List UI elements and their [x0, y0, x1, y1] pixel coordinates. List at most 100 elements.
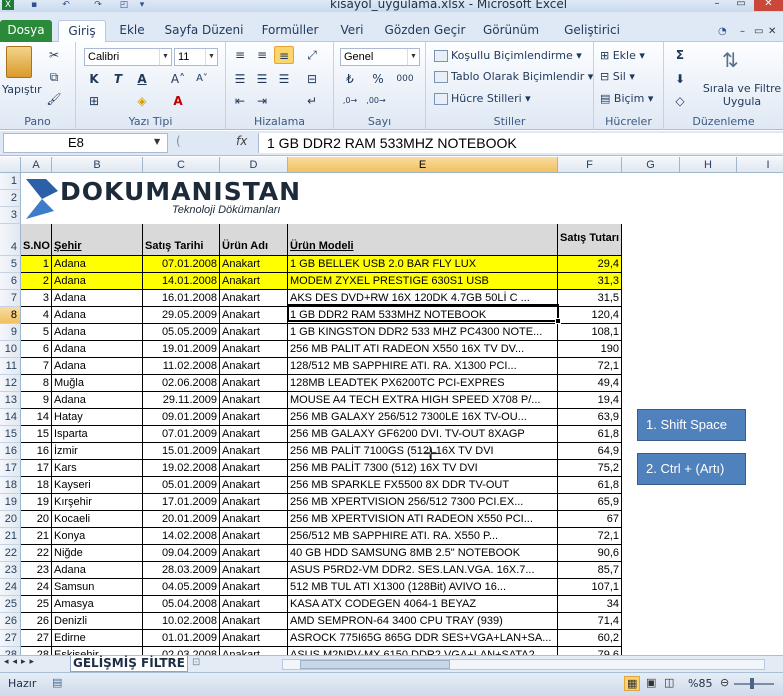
- tab-sayfa-duzeni[interactable]: Sayfa Düzeni: [164, 20, 244, 42]
- cell-date[interactable]: 15.01.2009: [143, 443, 220, 460]
- cell-date[interactable]: 29.11.2009: [143, 392, 220, 409]
- cell-sno[interactable]: 16: [21, 443, 52, 460]
- row-header-17[interactable]: 17: [0, 460, 21, 477]
- column-header-e[interactable]: E: [288, 157, 558, 173]
- close-button[interactable]: ✕: [754, 0, 783, 11]
- cell-date[interactable]: 17.01.2009: [143, 494, 220, 511]
- cell-sno[interactable]: 1: [21, 256, 52, 273]
- column-header-f[interactable]: F: [558, 157, 622, 173]
- tab-formuller[interactable]: Formüller: [258, 20, 322, 42]
- cell-product[interactable]: Anakart: [220, 477, 288, 494]
- currency-icon[interactable]: ₺: [340, 70, 360, 88]
- cell-model[interactable]: 256 MB PALIT ATI RADEON X550 16X TV DV..…: [288, 341, 558, 358]
- header-model[interactable]: Ürün Modeli: [288, 224, 558, 256]
- undo-icon[interactable]: ↶: [60, 0, 72, 10]
- cell-amount[interactable]: 60,2: [558, 630, 622, 647]
- cell-date[interactable]: 05.01.2009: [143, 477, 220, 494]
- cell-amount[interactable]: 71,4: [558, 613, 622, 630]
- normal-view-icon[interactable]: ▦: [624, 676, 641, 691]
- fill-icon[interactable]: ⬇: [670, 70, 690, 88]
- cell-amount[interactable]: 72,1: [558, 528, 622, 545]
- cell-date[interactable]: 07.01.2009: [143, 426, 220, 443]
- minimize-button[interactable]: –: [706, 0, 728, 11]
- cell-date[interactable]: 01.01.2009: [143, 630, 220, 647]
- zoom-slider-thumb[interactable]: [750, 678, 754, 689]
- row-header-25[interactable]: 25: [0, 596, 21, 613]
- cell-amount[interactable]: 49,4: [558, 375, 622, 392]
- cell-date[interactable]: 28.03.2009: [143, 562, 220, 579]
- header-city[interactable]: Şehir: [52, 224, 143, 256]
- cell-model[interactable]: 512 MB TUL ATI X1300 (128Bit) AVIVO 16..…: [288, 579, 558, 596]
- save-icon[interactable]: ▪: [28, 0, 40, 10]
- cell-city[interactable]: Adana: [52, 358, 143, 375]
- cell-amount[interactable]: 85,7: [558, 562, 622, 579]
- cell-city[interactable]: Hatay: [52, 409, 143, 426]
- cell-city[interactable]: Amasya: [52, 596, 143, 613]
- row-header-10[interactable]: 10: [0, 341, 21, 358]
- format-painter-icon[interactable]: 🖌: [44, 90, 64, 108]
- select-all-corner[interactable]: [0, 157, 21, 173]
- cell-city[interactable]: Muğla: [52, 375, 143, 392]
- cell-model[interactable]: 256 MB XPERTVISION ATI RADEON X550 PCI..…: [288, 511, 558, 528]
- merge-center-icon[interactable]: ⊟: [302, 70, 322, 88]
- row-header-3[interactable]: 3: [0, 207, 21, 224]
- cell-product[interactable]: Anakart: [220, 375, 288, 392]
- sheet-tab-gelismis-filtre[interactable]: GELİŞMİŞ FİLTRE: [70, 656, 188, 672]
- cell-product[interactable]: Anakart: [220, 443, 288, 460]
- cell-amount[interactable]: 63,9: [558, 409, 622, 426]
- cell-amount[interactable]: 79,6: [558, 647, 622, 655]
- cell-model[interactable]: 256 MB SPARKLE FX5500 8X DDR TV-OUT: [288, 477, 558, 494]
- row-header-26[interactable]: 26: [0, 613, 21, 630]
- paste-icon[interactable]: [6, 46, 32, 78]
- tab-ekle[interactable]: Ekle: [112, 20, 152, 42]
- name-box-dropdown-icon[interactable]: ▼: [154, 137, 160, 146]
- format-as-table-button[interactable]: Tablo Olarak Biçimlendir ▾: [434, 69, 593, 85]
- cell-model[interactable]: ASROCK 775I65G 865G DDR SES+VGA+LAN+SA..…: [288, 630, 558, 647]
- decrease-indent-icon[interactable]: ⇤: [230, 92, 250, 110]
- cell-sno[interactable]: 7: [21, 358, 52, 375]
- font-size-combo[interactable]: 11 ▼: [174, 48, 218, 66]
- cell-product[interactable]: Anakart: [220, 511, 288, 528]
- cell-model[interactable]: KASA ATX CODEGEN 4064-1 BEYAZ: [288, 596, 558, 613]
- cell-amount[interactable]: 34: [558, 596, 622, 613]
- cell-product[interactable]: Anakart: [220, 324, 288, 341]
- header-sno[interactable]: S.NO: [21, 224, 52, 256]
- tab-giris[interactable]: Giriş: [58, 20, 106, 42]
- customize-qat-icon[interactable]: ▾: [136, 0, 148, 10]
- cell-model[interactable]: 256 MB XPERTVISION 256/512 7300 PCI.EX..…: [288, 494, 558, 511]
- borders-icon[interactable]: ⊞: [84, 92, 104, 110]
- row-header-22[interactable]: 22: [0, 545, 21, 562]
- delete-button[interactable]: ⊟ Sil ▾: [600, 69, 635, 85]
- cell-model[interactable]: 1 GB KINGSTON DDR2 533 MHZ PC4300 NOTE..…: [288, 324, 558, 341]
- tab-gorunum[interactable]: Görünüm: [480, 20, 542, 42]
- help-icon[interactable]: ◔: [718, 26, 727, 37]
- workbook-close-icon[interactable]: ✕: [768, 26, 776, 37]
- cell-city[interactable]: Adana: [52, 341, 143, 358]
- sort-filter-icon[interactable]: ⇅: [722, 48, 739, 72]
- tab-gozden-gecir[interactable]: Gözden Geçir: [384, 20, 466, 42]
- increase-indent-icon[interactable]: ⇥: [252, 92, 272, 110]
- cell-amount[interactable]: 108,1: [558, 324, 622, 341]
- cell-city[interactable]: Adana: [52, 273, 143, 290]
- cell-sno[interactable]: 20: [21, 511, 52, 528]
- cell-city[interactable]: Isparta: [52, 426, 143, 443]
- cell-city[interactable]: Adana: [52, 324, 143, 341]
- cell-model[interactable]: AMD SEMPRON-64 3400 CPU TRAY (939): [288, 613, 558, 630]
- cell-city[interactable]: Edirne: [52, 630, 143, 647]
- cell-model[interactable]: 128/512 MB SAPPHIRE ATI. RA. X1300 PCI..…: [288, 358, 558, 375]
- cell-sno[interactable]: 25: [21, 596, 52, 613]
- cell-city[interactable]: Adana: [52, 307, 143, 324]
- insert-function-icon[interactable]: fx: [236, 134, 247, 148]
- cell-city[interactable]: Kırşehir: [52, 494, 143, 511]
- cell-sno[interactable]: 18: [21, 477, 52, 494]
- cell-city[interactable]: İzmir: [52, 443, 143, 460]
- cell-sno[interactable]: 23: [21, 562, 52, 579]
- format-button[interactable]: ▤ Biçim ▾: [600, 91, 653, 107]
- sort-filter-button[interactable]: Sırala ve Filtre Uygula: [702, 82, 782, 108]
- cell-sno[interactable]: 5: [21, 324, 52, 341]
- header-date[interactable]: Satış Tarihi: [143, 224, 220, 256]
- formula-input[interactable]: 1 GB DDR2 RAM 533MHZ NOTEBOOK: [258, 133, 783, 153]
- cell-product[interactable]: Anakart: [220, 392, 288, 409]
- number-format-combo[interactable]: Genel ▼: [340, 48, 420, 66]
- row-header-8[interactable]: 8: [0, 307, 21, 324]
